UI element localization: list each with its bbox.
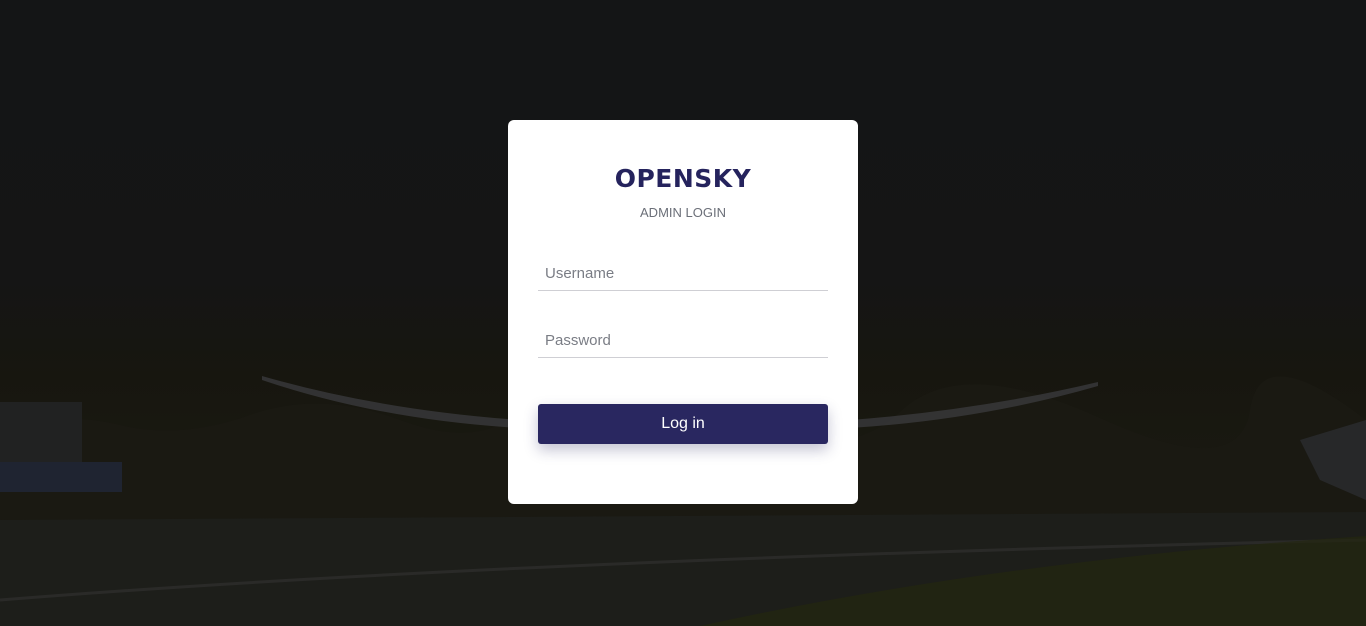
brand-title: OPENSKY	[614, 164, 752, 193]
login-subtitle: ADMIN LOGIN	[640, 205, 726, 220]
password-input[interactable]	[538, 324, 828, 358]
login-button[interactable]: Log in	[538, 404, 828, 444]
login-card: OPENSKY ADMIN LOGIN Log in	[508, 120, 858, 504]
username-input[interactable]	[538, 257, 828, 291]
